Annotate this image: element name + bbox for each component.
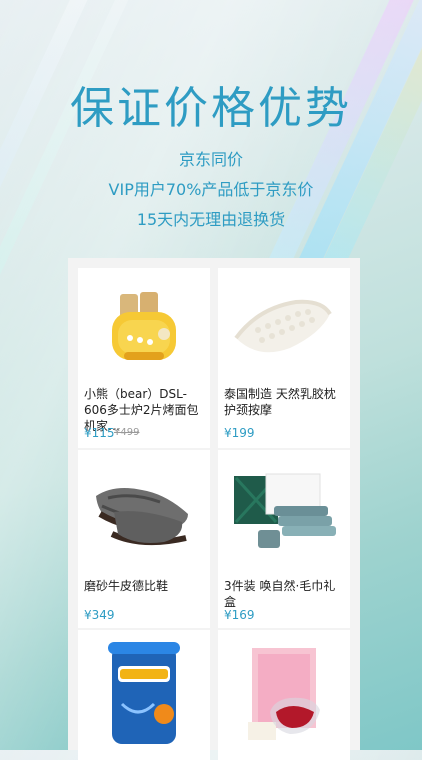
derby-shoe-image xyxy=(78,450,210,564)
product-card[interactable] xyxy=(218,630,350,760)
product-card[interactable]: 泰国制造 天然乳胶枕护颈按摩 ¥199 xyxy=(218,268,350,448)
nutrilon-formula-can-image xyxy=(78,630,210,744)
hero-benefit-line: 京东同价 xyxy=(178,150,243,169)
hero-benefit-line: 15天内无理由退换货 xyxy=(136,210,286,229)
product-title: 磨砂牛皮德比鞋 xyxy=(84,579,169,593)
towel-gift-box-image xyxy=(218,450,350,564)
product-title: 泰国制造 天然乳胶枕护颈按摩 xyxy=(224,387,336,417)
product-price: ¥349 xyxy=(84,608,115,622)
product-card[interactable]: 磨砂牛皮德比鞋 ¥349 xyxy=(78,450,210,628)
toaster-image xyxy=(78,268,210,382)
hero-section: 保证价格优势 京东同价 VIP用户70%产品低于京东价 15天内无理由退换货 xyxy=(0,0,422,255)
product-price: ¥115 xyxy=(84,426,115,440)
hero-title: 保证价格优势 xyxy=(70,83,352,134)
product-original-price: ¥499 xyxy=(114,427,140,438)
product-card[interactable]: 小熊（bear）DSL-606多士炉2片烤面包机家… ¥115 ¥499 xyxy=(78,268,210,448)
latex-pillow-image xyxy=(218,268,350,382)
product-grid: 小熊（bear）DSL-606多士炉2片烤面包机家… ¥115 ¥499 泰国制… xyxy=(68,258,360,760)
product-price: ¥169 xyxy=(224,608,255,622)
tea-gift-box-image xyxy=(218,630,350,744)
hero-benefit-line: VIP用户70%产品低于京东价 xyxy=(108,180,314,199)
product-title: 3件装 唤自然·毛巾礼盒 xyxy=(224,579,336,609)
product-card[interactable]: 3件装 唤自然·毛巾礼盒 ¥169 xyxy=(218,450,350,628)
product-card[interactable] xyxy=(78,630,210,760)
product-price: ¥199 xyxy=(224,426,255,440)
